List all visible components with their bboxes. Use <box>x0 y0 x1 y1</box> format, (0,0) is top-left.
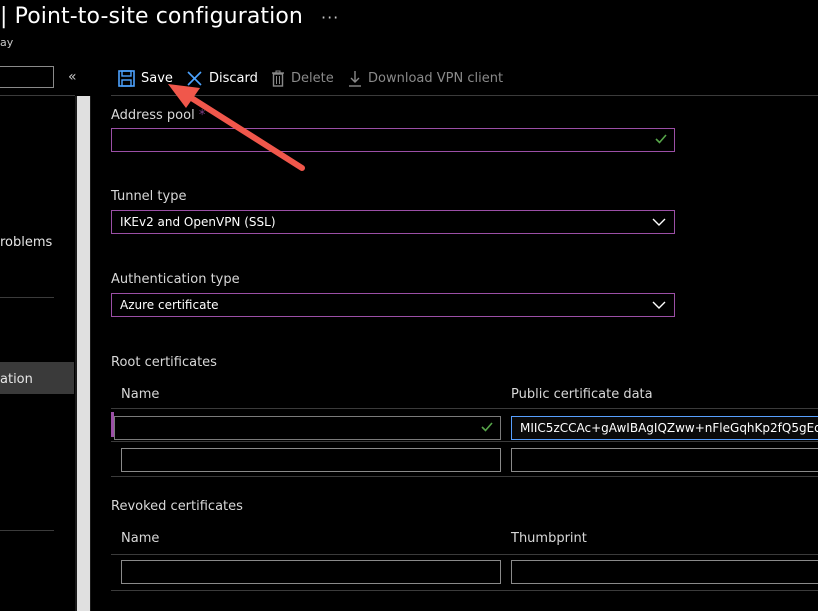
download-vpn-client-button[interactable]: Download VPN client <box>348 69 503 87</box>
root-col-data-header: Public certificate data <box>511 387 653 402</box>
grid-divider <box>111 590 818 591</box>
check-icon <box>481 422 493 432</box>
tunnel-type-label: Tunnel type <box>111 189 187 204</box>
redacted-value <box>115 419 219 437</box>
save-icon <box>118 69 135 87</box>
root-cert-name-input-empty[interactable] <box>121 448 501 472</box>
nav-divider <box>0 530 54 531</box>
grid-divider <box>111 476 818 477</box>
nav-scrollbar-thumb[interactable] <box>77 96 90 611</box>
grid-divider <box>111 554 818 555</box>
revoked-cert-name-input[interactable] <box>121 560 501 584</box>
page-title: | Point-to-site configuration <box>0 4 303 29</box>
page-subtitle: ay <box>0 36 14 49</box>
check-icon <box>655 134 667 144</box>
nav-item-problems[interactable]: roblems <box>0 235 52 250</box>
root-cert-data-value: MIIC5zCCAc+gAwIBAgIQZww+nFleGqhKp2fQ5gEd… <box>520 421 818 435</box>
revoked-col-name-header: Name <box>121 531 160 546</box>
nav-divider <box>0 297 54 298</box>
root-cert-data-input-empty[interactable] <box>511 448 818 472</box>
more-options-button[interactable]: ··· <box>321 8 339 27</box>
collapse-menu-button[interactable]: « <box>68 69 77 85</box>
auth-type-label: Authentication type <box>111 272 240 287</box>
root-cert-name-input[interactable] <box>114 416 501 440</box>
download-label: Download VPN client <box>368 70 504 86</box>
tunnel-type-dropdown[interactable]: IKEv2 and OpenVPN (SSL) <box>111 210 675 234</box>
chevron-down-icon <box>652 218 666 226</box>
nav-search-input[interactable] <box>0 66 54 88</box>
revoked-cert-thumbprint-input[interactable] <box>511 560 818 584</box>
root-cert-data-input[interactable]: MIIC5zCCAc+gAwIBAgIQZww+nFleGqhKp2fQ5gEd… <box>511 416 818 440</box>
root-col-name-header: Name <box>121 387 160 402</box>
revoked-col-thumbprint-header: Thumbprint <box>511 531 587 546</box>
grid-divider <box>111 441 818 442</box>
auth-type-value: Azure certificate <box>120 298 219 312</box>
revoked-certificates-label: Revoked certificates <box>111 499 243 514</box>
chevron-down-icon <box>652 301 666 309</box>
download-icon <box>349 70 361 87</box>
annotation-arrow <box>168 84 305 171</box>
grid-divider <box>111 408 818 409</box>
root-certificates-label: Root certificates <box>111 355 217 370</box>
nav-item-configuration-label[interactable]: ation <box>0 372 33 387</box>
nav-divider <box>0 95 75 96</box>
tunnel-type-value: IKEv2 and OpenVPN (SSL) <box>120 215 276 229</box>
auth-type-dropdown[interactable]: Azure certificate <box>111 293 675 317</box>
